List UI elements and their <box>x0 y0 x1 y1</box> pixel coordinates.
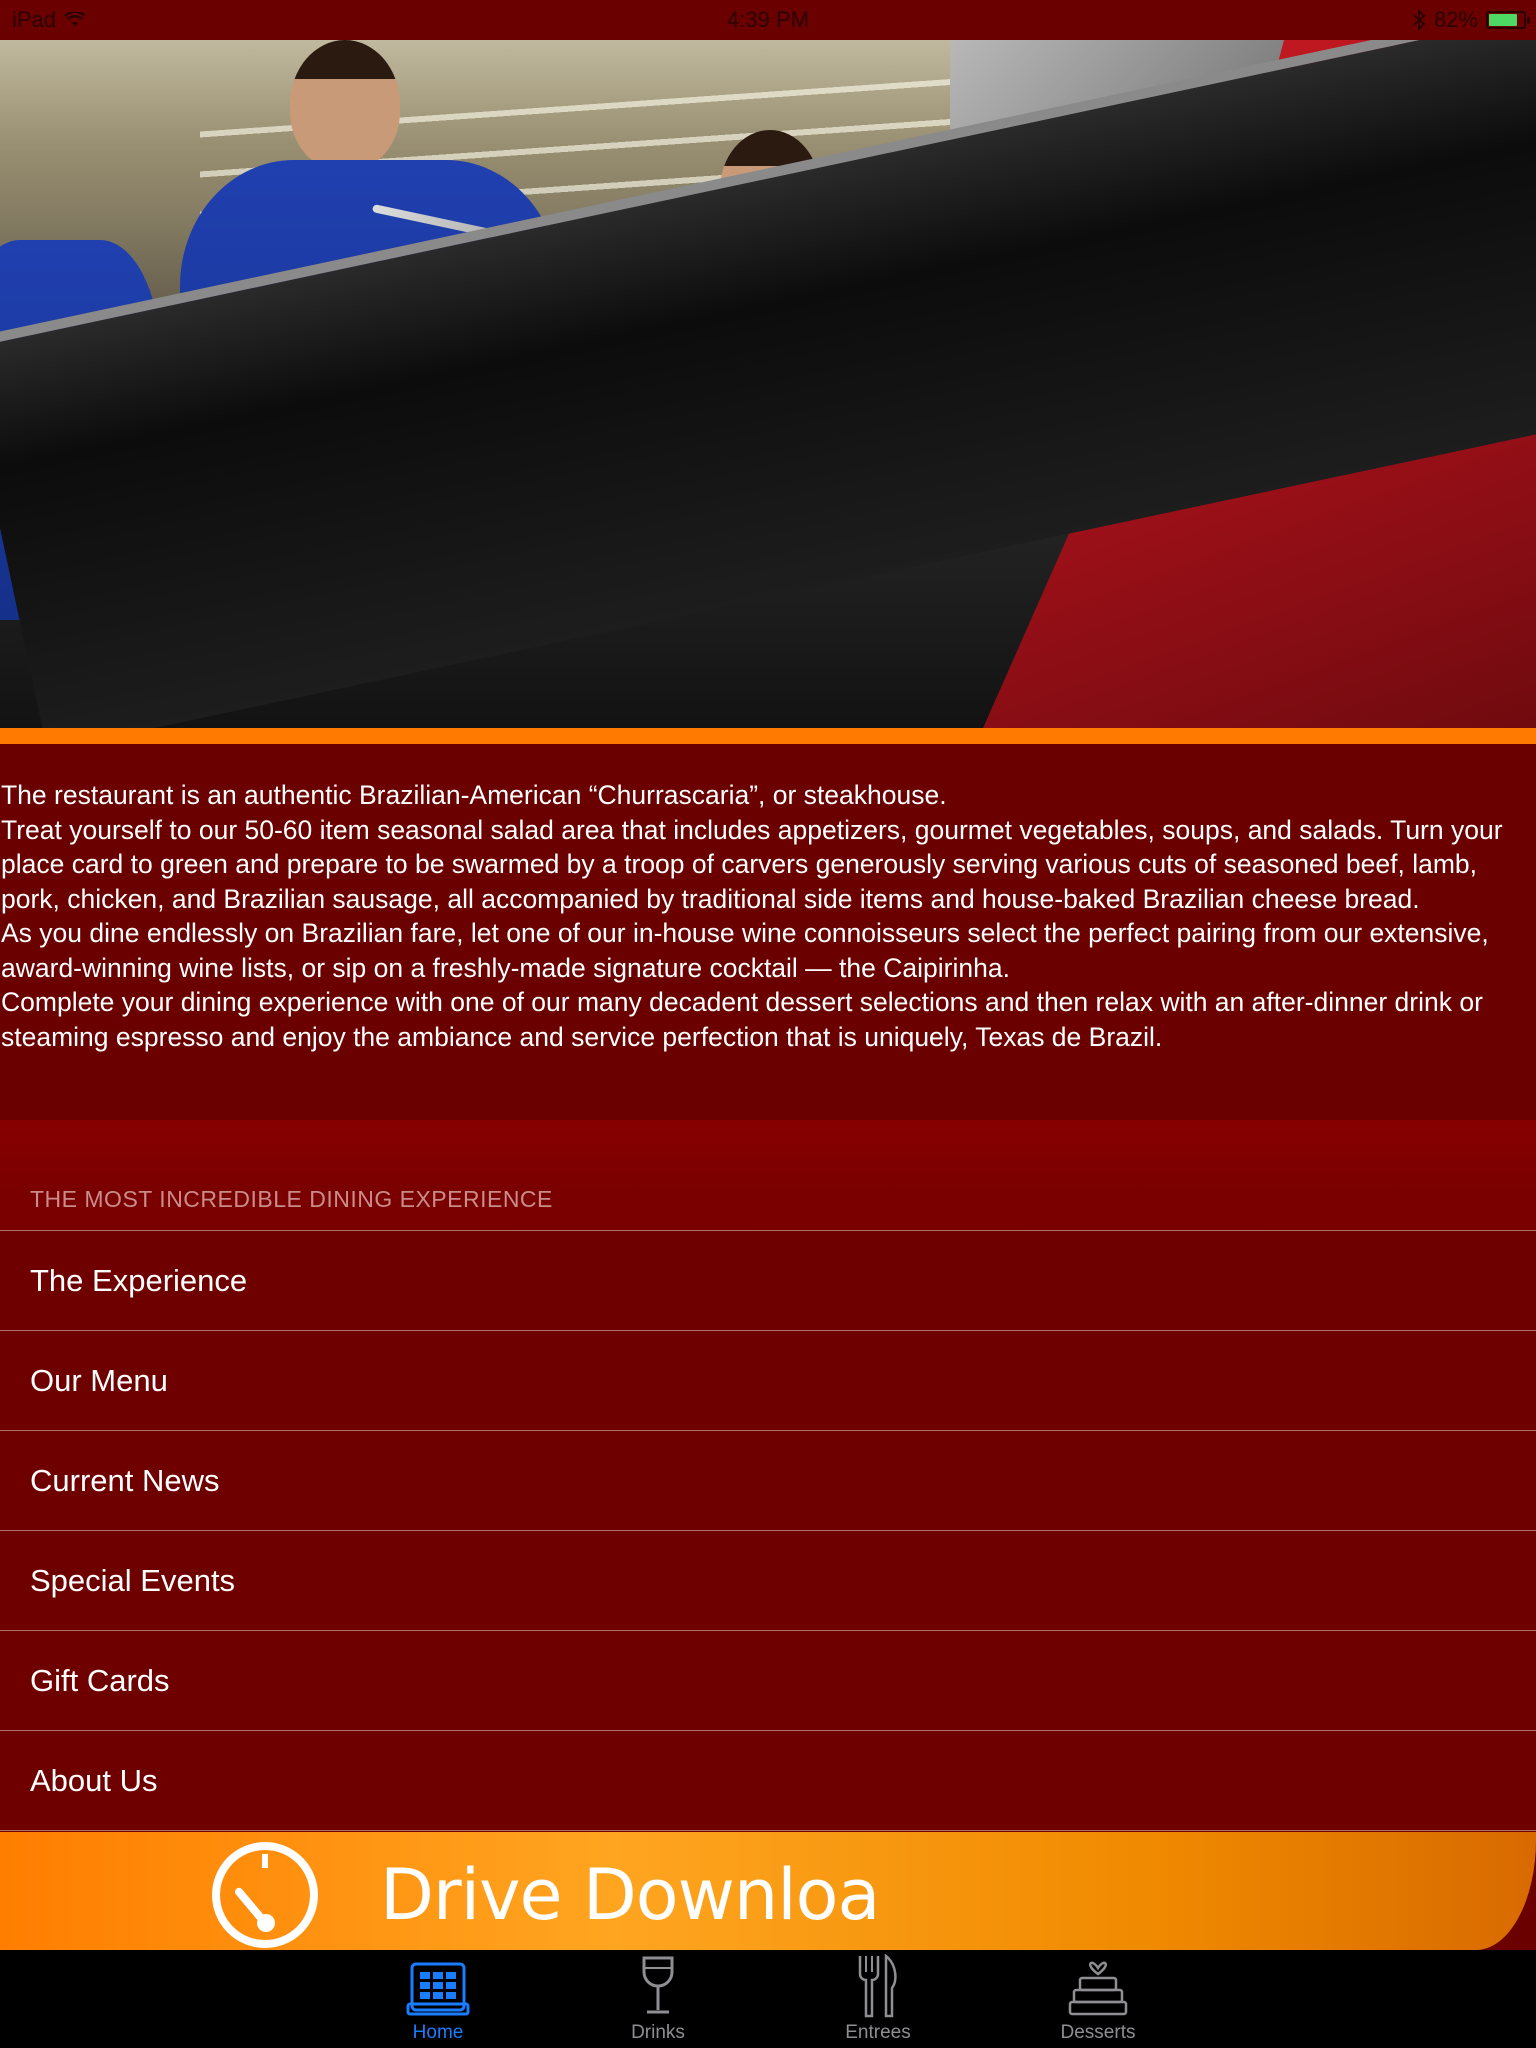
home-icon <box>406 1962 470 2016</box>
tab-desserts[interactable]: Desserts <box>988 1950 1208 2048</box>
menu-item-label: About Us <box>30 1762 158 1798</box>
menu-item-label: Our Menu <box>30 1362 168 1398</box>
restaurant-description: The restaurant is an authentic Brazilian… <box>0 778 1536 1054</box>
menu-item-the-experience[interactable]: The Experience <box>0 1231 1536 1331</box>
tab-label: Entrees <box>845 2022 911 2043</box>
menu-item-label: Gift Cards <box>30 1662 170 1698</box>
ad-mark: iAd <box>1514 1934 1532 1948</box>
description-paragraph: As you dine endlessly on Brazilian fare,… <box>1 918 1489 983</box>
section-header: THE MOST INCREDIBLE DINING EXPERIENCE <box>30 1186 553 1212</box>
ad-text: Drive Downloa <box>380 1854 880 1936</box>
menu-item-gift-cards[interactable]: Gift Cards <box>0 1631 1536 1731</box>
accent-divider <box>0 728 1536 744</box>
menu-item-label: Special Events <box>30 1562 236 1598</box>
menu-item-our-menu[interactable]: Our Menu <box>0 1331 1536 1431</box>
menu-item-label: The Experience <box>30 1262 248 1298</box>
menu-item-about-us[interactable]: About Us <box>0 1731 1536 1831</box>
tab-label: Home <box>412 2022 464 2043</box>
description-paragraph: The restaurant is an authentic Brazilian… <box>1 780 947 810</box>
tab-bar: Home Drinks Entrees Desserts <box>0 1950 1536 2048</box>
battery-icon <box>1486 11 1530 29</box>
bluetooth-icon <box>1413 9 1426 31</box>
restaurant-kitchen-photo <box>0 40 1536 744</box>
status-time: 4:39 PM <box>727 7 809 32</box>
status-bar: iPad 4:39 PM 82% <box>0 0 1536 40</box>
tab-home[interactable]: Home <box>328 1950 548 2048</box>
wine-glass-icon <box>642 1956 674 2014</box>
menu-item-current-news[interactable]: Current News <box>0 1431 1536 1531</box>
tab-entrees[interactable]: Entrees <box>768 1950 988 2048</box>
tab-label: Desserts <box>1060 2022 1136 2043</box>
ad-banner[interactable]: Drive Downloa iAd <box>0 1832 1536 1950</box>
description-paragraph: Treat yourself to our 50-60 item seasona… <box>1 814 1503 914</box>
speedometer-icon <box>212 1842 318 1948</box>
battery-percent: 82% <box>1433 7 1478 32</box>
fork-knife-icon <box>858 1954 897 2018</box>
cake-icon <box>1068 1961 1128 2016</box>
menu-section: THE MOST INCREDIBLE DINING EXPERIENCE Th… <box>0 1120 1536 1832</box>
description-paragraph: Complete your dining experience with one… <box>1 987 1483 1052</box>
menu-item-special-events[interactable]: Special Events <box>0 1531 1536 1631</box>
tab-label: Drinks <box>631 2022 685 2043</box>
menu-item-label: Current News <box>30 1462 220 1498</box>
tab-drinks[interactable]: Drinks <box>548 1950 768 2048</box>
menu-list: The Experience Our Menu Current News Spe… <box>0 1230 1536 1831</box>
